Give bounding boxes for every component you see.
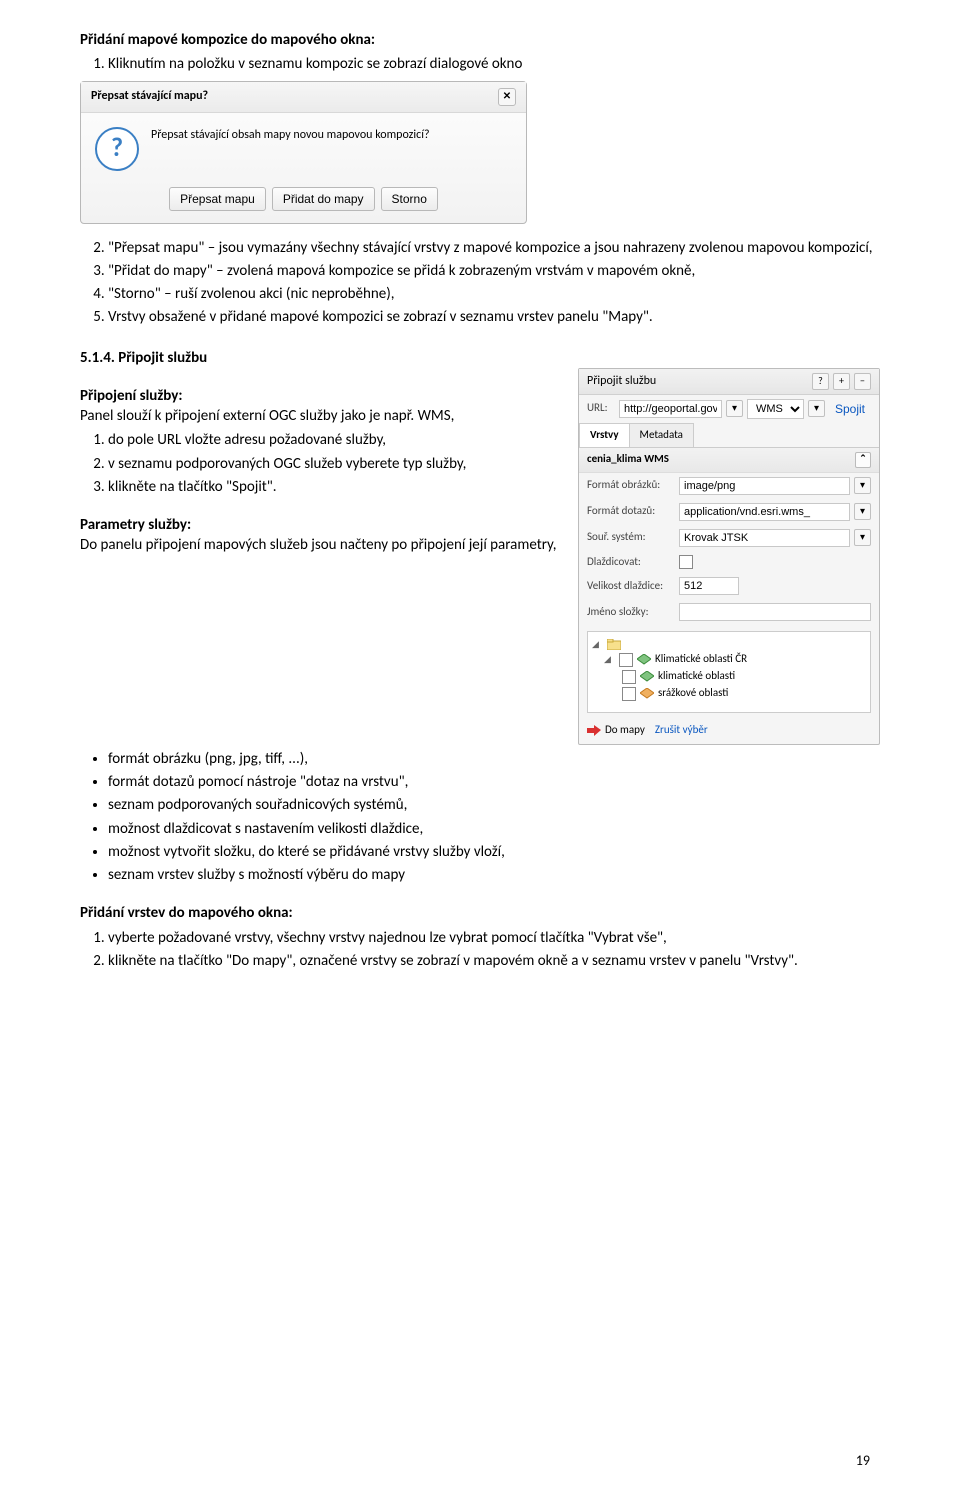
li-folder: možnost vytvořit složku, do které se při… xyxy=(108,842,880,862)
service-type-select[interactable]: WMS xyxy=(747,399,804,419)
li-layers-shown: Vrstvy obsažené v přidané mapové kompozi… xyxy=(108,307,880,327)
layer-checkbox[interactable] xyxy=(619,653,633,667)
coord-system-select[interactable] xyxy=(679,529,850,547)
subhead-service-params: Parametry služby: xyxy=(80,515,566,535)
tile-label: Dlaždicovat: xyxy=(587,555,675,570)
tile-checkbox[interactable] xyxy=(679,555,693,569)
url-label: URL: xyxy=(587,401,615,416)
chevron-down-icon[interactable]: ▾ xyxy=(808,400,825,417)
query-format-select[interactable] xyxy=(679,503,850,521)
question-icon: ? xyxy=(95,127,139,171)
to-map-button[interactable]: Do mapy xyxy=(587,723,645,738)
heading-add-composition: Přidání mapové kompozice do mapového okn… xyxy=(80,30,880,50)
ol-add-layers: vyberte požadované vrstvy, všechny vrstv… xyxy=(80,928,880,972)
service-name-header[interactable]: cenia_klima WMS ⌃ xyxy=(579,448,879,473)
tree-toggle-icon[interactable]: ◢ xyxy=(592,639,603,650)
chevron-down-icon[interactable]: ▾ xyxy=(726,400,743,417)
dialog-message: Přepsat stávající obsah mapy novou mapov… xyxy=(151,127,430,143)
subhead-connect-service: Připojení služby: xyxy=(80,386,566,406)
folder-name-input[interactable] xyxy=(679,603,871,621)
to-map-label: Do mapy xyxy=(605,723,645,738)
list-step1: Kliknutím na položku v seznamu kompozic … xyxy=(80,54,880,74)
tile-size-input[interactable] xyxy=(679,577,739,595)
layer-tree: ◢ ◢ Klimatické oblasti ČR xyxy=(587,631,871,713)
service-name: cenia_klima WMS xyxy=(587,452,669,468)
tree-root-label: Klimatické oblasti ČR xyxy=(655,652,747,667)
dialog-title-bar: Přepsat stávající mapu? ✕ xyxy=(81,82,526,113)
dialog-title: Přepsat stávající mapu? xyxy=(91,88,208,104)
li-enter-url: do pole URL vložte adresu požadované slu… xyxy=(108,430,566,450)
connect-button[interactable]: Spojit xyxy=(829,400,871,418)
tree-item-label: srážkové oblasti xyxy=(658,686,728,701)
li-click-item: Kliknutím na položku v seznamu kompozic … xyxy=(108,54,880,74)
tab-layers[interactable]: Vrstvy xyxy=(579,423,630,447)
li-select-layers: vyberte požadované vrstvy, všechny vrstv… xyxy=(108,928,880,948)
minimize-icon[interactable]: − xyxy=(854,373,871,390)
arrow-icon xyxy=(587,725,601,736)
url-input[interactable] xyxy=(619,400,722,418)
add-to-map-button[interactable]: Přidat do mapy xyxy=(272,187,375,211)
layer-group-icon xyxy=(637,654,651,665)
query-format-label: Formát dotazů: xyxy=(587,504,675,519)
ul-parameters: formát obrázku (png, jpg, tiff, ...), fo… xyxy=(80,749,880,886)
li-click-domapy: klikněte na tlačítko "Do mapy", označené… xyxy=(108,951,880,971)
li-click-connect: klikněte na tlačítko "Spojit". xyxy=(108,477,566,497)
image-format-select[interactable] xyxy=(679,477,850,495)
tree-item-label: klimatické oblasti xyxy=(658,669,735,684)
li-layer-list: seznam vrstev služby s možností výběru d… xyxy=(108,865,880,885)
list-steps-2to5: "Přepsat mapu" – jsou vymazány všechny s… xyxy=(80,238,880,328)
layer-checkbox[interactable] xyxy=(622,670,636,684)
li-cancel: "Storno" – ruší zvolenou akci (nic nepro… xyxy=(108,284,880,304)
li-overwrite: "Přepsat mapu" – jsou vymazány všechny s… xyxy=(108,238,880,258)
li-coord-systems: seznam podporovaných souřadnicových syst… xyxy=(108,795,880,815)
folder-icon xyxy=(607,639,621,650)
li-format-image: formát obrázku (png, jpg, tiff, ...), xyxy=(108,749,880,769)
panel-title-bar: Připojit službu ? + − xyxy=(579,369,879,395)
li-format-query: formát dotazů pomocí nástroje "dotaz na … xyxy=(108,772,880,792)
close-icon[interactable]: ✕ xyxy=(498,88,516,106)
cancel-button[interactable]: Storno xyxy=(381,187,438,211)
chevron-down-icon[interactable]: ▾ xyxy=(854,529,871,546)
section-title-connect-service: 5.1.4. Připojit službu xyxy=(80,348,880,368)
paragraph-connect-intro: Panel slouží k připojení externí OGC slu… xyxy=(80,406,566,426)
connect-service-panel: Připojit službu ? + − URL: ▾ WMS ▾ Spoji… xyxy=(578,368,880,745)
folder-name-label: Jméno složky: xyxy=(587,605,675,620)
li-add: "Přidat do mapy" – zvolená mapová kompoz… xyxy=(108,261,880,281)
collapse-icon[interactable]: + xyxy=(833,373,850,390)
dialog-overwrite-map: Přepsat stávající mapu? ✕ ? Přepsat stáv… xyxy=(80,81,527,224)
ol-connect-steps: do pole URL vložte adresu požadované slu… xyxy=(80,430,566,497)
chevron-down-icon[interactable]: ▾ xyxy=(854,503,871,520)
paragraph-params-intro: Do panelu připojení mapových služeb jsou… xyxy=(80,535,566,555)
clear-selection-button[interactable]: Zrušit výběr xyxy=(655,723,708,738)
layer-checkbox[interactable] xyxy=(622,687,636,701)
subhead-add-layers: Přidání vrstev do mapového okna: xyxy=(80,903,880,923)
li-tiling: možnost dlaždicovat s nastavením velikos… xyxy=(108,819,880,839)
help-icon[interactable]: ? xyxy=(812,373,829,390)
page-number: 19 xyxy=(856,1452,870,1471)
chevron-down-icon[interactable]: ▾ xyxy=(854,477,871,494)
image-format-label: Formát obrázků: xyxy=(587,478,675,493)
panel-title: Připojit službu xyxy=(587,373,656,389)
layer-icon xyxy=(640,688,654,699)
overwrite-map-button[interactable]: Přepsat mapu xyxy=(169,187,266,211)
panel-tabs: Vrstvy Metadata xyxy=(579,423,879,448)
tree-toggle-icon[interactable]: ◢ xyxy=(604,654,615,665)
coord-system-label: Souř. systém: xyxy=(587,530,675,545)
layer-icon xyxy=(640,671,654,682)
tile-size-label: Velikost dlaždice: xyxy=(587,579,675,594)
tab-metadata[interactable]: Metadata xyxy=(629,423,694,447)
li-select-type: v seznamu podporovaných OGC služeb vyber… xyxy=(108,454,566,474)
chevron-up-icon[interactable]: ⌃ xyxy=(855,452,871,468)
